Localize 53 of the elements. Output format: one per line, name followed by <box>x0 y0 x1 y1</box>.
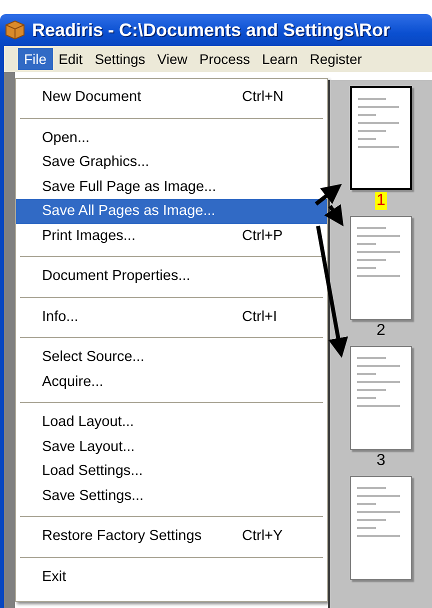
menu-item-label: Save Settings... <box>42 488 145 504</box>
shortcut-label: Ctrl+P <box>242 228 283 244</box>
window-title: Readiris - C:\Documents and Settings\Ror <box>32 20 390 40</box>
menu-item-label: Load Layout... <box>42 414 135 430</box>
menu-bar-item[interactable]: Learn <box>256 48 304 70</box>
menu-item[interactable]: Acquire... <box>16 370 327 394</box>
menu-item[interactable]: Save All Pages as Image... <box>16 199 327 224</box>
menu-bar-item[interactable]: File <box>18 48 53 70</box>
menu-bar-item[interactable]: View <box>151 48 194 70</box>
page-thumbnail[interactable] <box>350 86 412 190</box>
box-icon <box>4 19 26 41</box>
menu-item[interactable]: Load Layout... <box>16 410 327 434</box>
menu-item[interactable]: Save Full Page as Image... <box>16 174 327 199</box>
menu-bar-item[interactable]: Process <box>193 48 256 70</box>
menu-item-label: Acquire... <box>42 374 104 390</box>
menu-item[interactable]: Exit <box>16 564 327 589</box>
menu-item[interactable]: Select Source... <box>16 345 327 370</box>
menu-item[interactable]: Save Settings... <box>16 484 327 508</box>
menu-item-label: Load Settings... <box>42 463 144 480</box>
menu-item[interactable]: Save Graphics... <box>16 150 327 174</box>
page-number: 2 <box>376 322 386 340</box>
shortcut-label: Ctrl+Y <box>242 528 283 544</box>
menu-item[interactable]: Restore Factory Settings Ctrl+Y <box>16 524 327 548</box>
menu-item[interactable]: Open... <box>16 126 327 150</box>
page-number: 1 <box>374 192 388 210</box>
page-thumbnail[interactable] <box>350 346 412 450</box>
menu-item[interactable]: Print Images... Ctrl+P <box>16 224 327 248</box>
page-number: 3 <box>376 452 386 470</box>
shortcut-label: Ctrl+I <box>242 308 278 325</box>
menu-item-label: Exit <box>42 568 68 585</box>
menu-item[interactable]: Save Layout... <box>16 434 327 459</box>
menu-item-label: Print Images... <box>42 228 136 244</box>
menu-bar-item[interactable]: Register <box>304 48 368 70</box>
menu-item[interactable]: Info... Ctrl+I <box>16 304 327 329</box>
page-thumbnail[interactable] <box>350 476 412 580</box>
menu-item[interactable]: Document Properties... <box>16 264 327 288</box>
shortcut-label: Ctrl+N <box>242 89 284 106</box>
menu-item[interactable]: New Document Ctrl+N <box>16 85 327 110</box>
menu-item-label: Info... <box>42 308 80 325</box>
page-thumbnail[interactable] <box>350 216 412 320</box>
menu-bar-item[interactable]: Settings <box>88 48 152 70</box>
menu-item-label: Document Properties... <box>42 268 192 284</box>
menu-item-label: Save All Pages as Image... <box>42 203 216 220</box>
pointer-arrow <box>314 184 342 206</box>
menu-item-label: Save Layout... <box>42 438 136 455</box>
menu-item-label: Select Source... <box>42 349 146 366</box>
menu-item-label: Open... <box>42 130 91 146</box>
menu-item[interactable]: Load Settings... <box>16 459 327 484</box>
menu-item-label: Save Full Page as Image... <box>42 178 218 195</box>
menu-bar-item[interactable]: Edit <box>52 48 89 70</box>
menu-item-label: New Document <box>42 89 142 106</box>
menu-item-label: Save Graphics... <box>42 154 150 170</box>
menu-item-label: Restore Factory Settings <box>42 528 203 544</box>
